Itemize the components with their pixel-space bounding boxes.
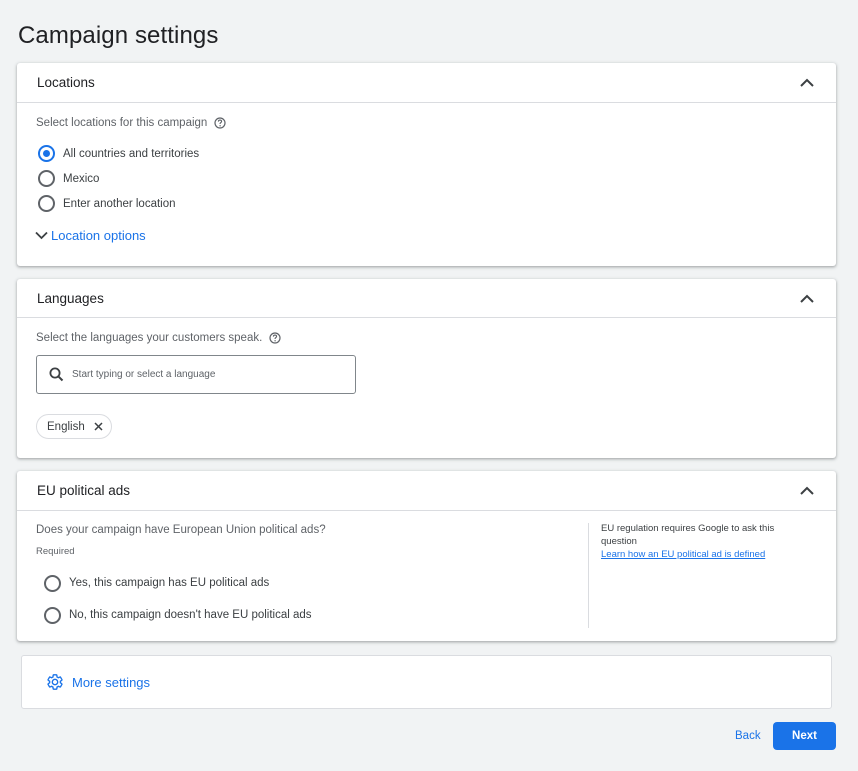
vertical-divider bbox=[588, 523, 589, 628]
languages-header[interactable]: Languages bbox=[17, 279, 836, 318]
page-title: Campaign settings bbox=[18, 22, 219, 49]
languages-card: Languages Select the languages your cust… bbox=[17, 279, 836, 458]
radio-button[interactable] bbox=[38, 195, 55, 212]
chevron-up-icon[interactable] bbox=[798, 482, 816, 500]
eu-political-learn-link[interactable]: Learn how an EU political ad is defined bbox=[601, 548, 811, 561]
eu-regulation-text: EU regulation requires Google to ask thi… bbox=[601, 523, 775, 547]
required-label: Required bbox=[36, 546, 75, 557]
close-icon[interactable] bbox=[94, 422, 103, 431]
radio-button-checked[interactable] bbox=[38, 145, 55, 162]
location-option-other[interactable]: Enter another location bbox=[38, 191, 199, 216]
eu-political-option-label: No, this campaign doesn't have EU politi… bbox=[69, 609, 312, 621]
location-option-label: Mexico bbox=[63, 172, 100, 185]
locations-header[interactable]: Locations bbox=[17, 63, 836, 103]
eu-political-option-label: Yes, this campaign has EU political ads bbox=[69, 577, 270, 589]
chevron-down-icon bbox=[35, 231, 48, 240]
languages-prompt: Select the languages your customers spea… bbox=[36, 332, 281, 344]
locations-card: Locations Select locations for this camp… bbox=[17, 63, 836, 266]
location-option-label: All countries and territories bbox=[63, 147, 200, 160]
location-options-toggle[interactable]: Location options bbox=[35, 228, 146, 243]
locations-title: Locations bbox=[37, 75, 95, 90]
language-search-field[interactable] bbox=[36, 355, 356, 394]
languages-prompt-text: Select the languages your customers spea… bbox=[36, 332, 263, 344]
search-icon bbox=[49, 367, 64, 382]
more-settings-card: More settings bbox=[21, 655, 832, 709]
chevron-up-icon[interactable] bbox=[798, 289, 816, 307]
language-search-input[interactable] bbox=[72, 369, 332, 380]
radio-button[interactable] bbox=[38, 170, 55, 187]
more-settings-button[interactable]: More settings bbox=[46, 673, 150, 691]
location-option-mexico[interactable]: Mexico bbox=[38, 166, 199, 191]
languages-title: Languages bbox=[37, 290, 104, 306]
help-circle-icon[interactable] bbox=[269, 332, 281, 344]
location-option-all[interactable]: All countries and territories bbox=[38, 141, 199, 166]
help-circle-icon[interactable] bbox=[214, 117, 226, 129]
eu-political-option-yes[interactable]: Yes, this campaign has EU political ads bbox=[44, 567, 312, 599]
next-button[interactable]: Next bbox=[773, 722, 836, 750]
location-radio-group: All countries and territories Mexico Ent… bbox=[38, 141, 199, 216]
locations-prompt: Select locations for this campaign bbox=[36, 117, 226, 129]
locations-prompt-text: Select locations for this campaign bbox=[36, 117, 208, 129]
gear-icon bbox=[46, 673, 64, 691]
radio-button[interactable] bbox=[44, 574, 61, 592]
language-chip[interactable]: English bbox=[36, 414, 112, 439]
location-options-label: Location options bbox=[51, 228, 146, 243]
back-button[interactable]: Back bbox=[725, 723, 771, 749]
eu-political-option-no[interactable]: No, this campaign doesn't have EU politi… bbox=[44, 599, 312, 631]
more-settings-label: More settings bbox=[72, 674, 151, 690]
eu-political-ads-header[interactable]: EU political ads bbox=[17, 471, 836, 511]
radio-button[interactable] bbox=[44, 606, 61, 624]
eu-political-ads-card: EU political ads Does your campaign have… bbox=[17, 471, 836, 641]
eu-regulation-note: EU regulation requires Google to ask thi… bbox=[601, 522, 811, 561]
chevron-up-icon[interactable] bbox=[798, 74, 816, 92]
eu-political-question: Does your campaign have European Union p… bbox=[36, 524, 326, 536]
eu-political-radio-group: Yes, this campaign has EU political ads … bbox=[44, 567, 312, 631]
eu-political-ads-title: EU political ads bbox=[37, 483, 131, 498]
language-chip-label: English bbox=[47, 420, 85, 433]
location-option-label: Enter another location bbox=[63, 197, 176, 210]
